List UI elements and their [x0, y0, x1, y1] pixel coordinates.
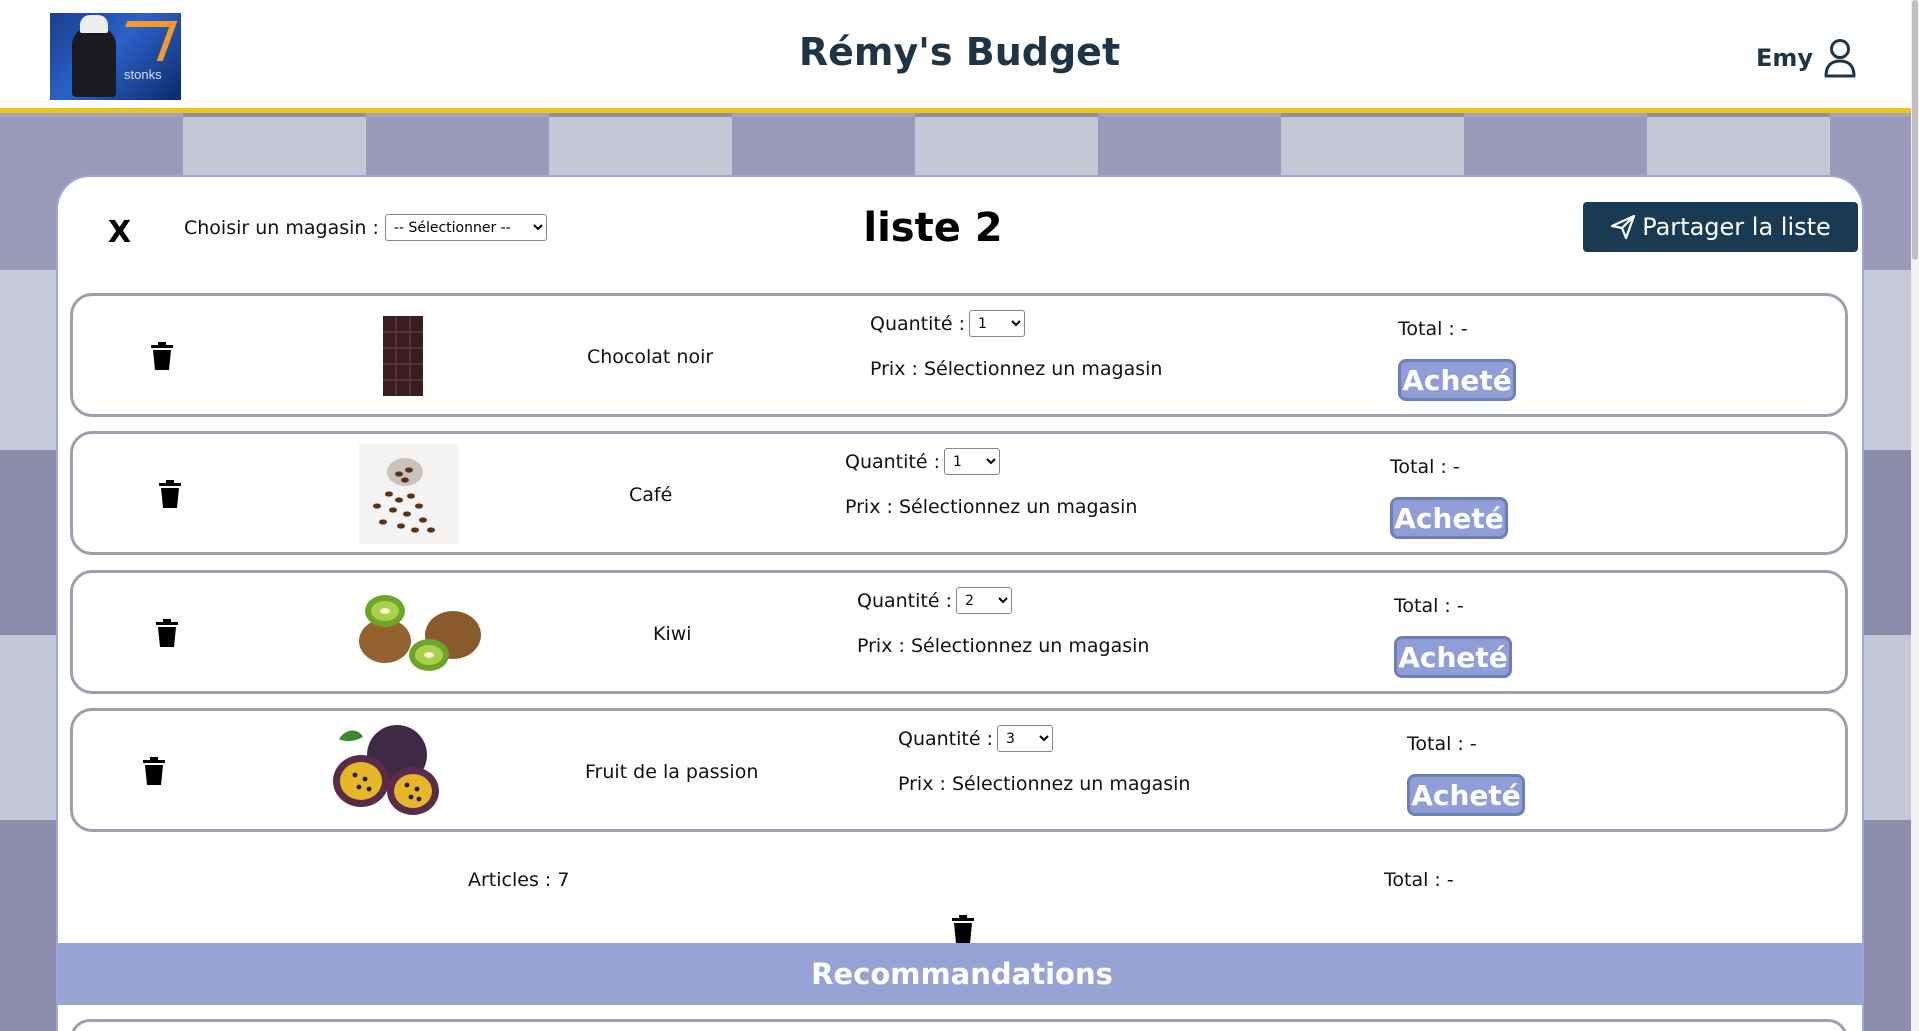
app-title: Rémy's Budget — [798, 30, 1121, 74]
recommendations-banner: Recommandations — [58, 943, 1862, 1005]
item-total: Total : - — [1398, 318, 1468, 340]
clear-list-trash-icon[interactable] — [951, 915, 975, 943]
user-icon — [1823, 38, 1857, 78]
item-total: Total : - — [1390, 456, 1460, 478]
item-name: Fruit de la passion — [585, 761, 759, 783]
quantity-select[interactable]: 3 — [997, 725, 1053, 752]
quantity-group: Quantité : 3 — [898, 725, 1053, 752]
list-item: Café Quantité : 1 Prix : Sélectionnez un… — [70, 431, 1848, 555]
list-total: Total : - — [1384, 869, 1454, 891]
item-total: Total : - — [1407, 733, 1477, 755]
item-price: Prix : Sélectionnez un magasin — [870, 358, 1163, 380]
send-icon — [1611, 214, 1636, 240]
trash-icon[interactable] — [151, 342, 173, 370]
quantity-label: Quantité : — [898, 727, 993, 750]
item-name: Kiwi — [653, 623, 692, 645]
trash-icon[interactable] — [156, 619, 178, 647]
bought-button[interactable]: Acheté — [1394, 636, 1512, 678]
list-item: Fruit de la passion Quantité : 3 Prix : … — [70, 708, 1848, 832]
list-item: Kiwi Quantité : 2 Prix : Sélectionnez un… — [70, 570, 1848, 694]
item-price: Prix : Sélectionnez un magasin — [898, 773, 1191, 795]
quantity-label: Quantité : — [870, 312, 965, 335]
trash-icon[interactable] — [143, 757, 165, 785]
product-image-passion-fruit — [319, 721, 443, 821]
product-image-chocolate — [353, 306, 453, 406]
top-header: stonks Rémy's Budget Emy — [0, 0, 1919, 113]
quantity-select[interactable]: 1 — [944, 448, 1000, 475]
item-price: Prix : Sélectionnez un magasin — [845, 496, 1138, 518]
bought-button[interactable]: Acheté — [1390, 497, 1508, 539]
quantity-label: Quantité : — [857, 589, 952, 612]
trash-icon[interactable] — [159, 480, 181, 508]
scrollbar-thumb[interactable] — [1912, 0, 1918, 260]
item-name: Chocolat noir — [587, 346, 714, 368]
share-list-button[interactable]: Partager la liste — [1583, 202, 1858, 252]
list-title: liste 2 — [863, 205, 1003, 251]
list-item: Chocolat noir Quantité : 1 Prix : Sélect… — [70, 293, 1848, 417]
page-scrollbar[interactable] — [1911, 0, 1919, 1031]
quantity-group: Quantité : 1 — [845, 448, 1000, 475]
product-image-coffee — [359, 444, 459, 544]
quantity-group: Quantité : 1 — [870, 310, 1025, 337]
quantity-select[interactable]: 1 — [969, 310, 1025, 337]
shopping-list-card: X Choisir un magasin : -- Sélectionner -… — [56, 175, 1864, 1031]
bought-button[interactable]: Acheté — [1398, 359, 1516, 401]
user-menu[interactable]: Emy — [1756, 38, 1857, 78]
item-price: Prix : Sélectionnez un magasin — [857, 635, 1150, 657]
item-total: Total : - — [1394, 595, 1464, 617]
quantity-group: Quantité : 2 — [857, 587, 1012, 614]
recommendations-title: Recommandations — [811, 957, 1113, 991]
bought-button[interactable]: Acheté — [1407, 774, 1525, 816]
articles-count: Articles : 7 — [468, 869, 570, 891]
product-image-kiwi — [353, 583, 483, 683]
share-list-label: Partager la liste — [1642, 213, 1831, 241]
quantity-label: Quantité : — [845, 450, 940, 473]
user-name: Emy — [1755, 44, 1813, 72]
recommendation-item — [70, 1019, 1848, 1031]
quantity-select[interactable]: 2 — [956, 587, 1012, 614]
item-name: Café — [629, 484, 673, 506]
